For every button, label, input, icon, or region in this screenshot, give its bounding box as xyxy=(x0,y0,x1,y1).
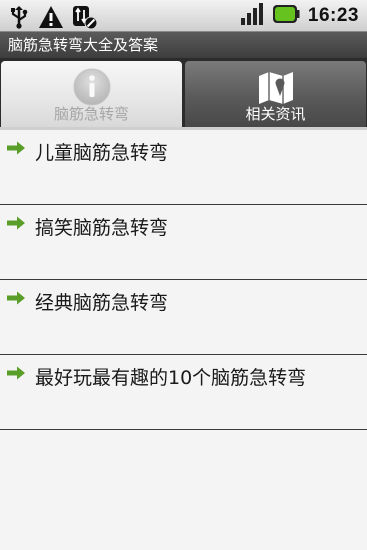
green-arrow-icon xyxy=(6,215,26,234)
status-icons-right: 16:23 xyxy=(240,2,359,30)
sync-disabled-icon xyxy=(72,4,98,34)
list-item-label: 儿童脑筋急转弯 xyxy=(35,142,169,164)
app-title: 脑筋急转弯大全及答案 xyxy=(8,36,159,54)
signal-icon xyxy=(240,2,264,30)
list-item-label: 经典脑筋急转弯 xyxy=(35,292,169,314)
usb-icon xyxy=(8,5,30,33)
battery-icon xyxy=(272,3,300,29)
green-arrow-icon xyxy=(6,140,26,159)
status-time: 16:23 xyxy=(307,5,359,26)
tab-bar: 脑筋急转弯 相关资讯 xyxy=(0,58,367,128)
green-arrow-icon xyxy=(6,365,26,384)
status-bar: 16:23 xyxy=(0,0,367,32)
tab-brain-teasers[interactable]: 脑筋急转弯 xyxy=(1,61,182,128)
tab-related-news[interactable]: 相关资讯 xyxy=(185,61,366,128)
list-item[interactable]: 最好玩最有趣的10个脑筋急转弯 xyxy=(0,355,367,430)
list-item-label: 最好玩最有趣的10个脑筋急转弯 xyxy=(35,367,307,389)
list-item[interactable]: 经典脑筋急转弯 xyxy=(0,280,367,355)
warning-icon xyxy=(38,5,64,33)
list-item[interactable]: 搞笑脑筋急转弯 xyxy=(0,205,367,280)
green-arrow-icon xyxy=(6,290,26,309)
list-item-label: 搞笑脑筋急转弯 xyxy=(35,217,169,239)
tab-label: 脑筋急转弯 xyxy=(53,105,129,123)
list-item[interactable]: 儿童脑筋急转弯 xyxy=(0,130,367,205)
tab-label: 相关资讯 xyxy=(245,105,306,123)
status-icons-left xyxy=(8,4,98,34)
category-list: 儿童脑筋急转弯 搞笑脑筋急转弯 经典脑筋急转弯 最好玩最有趣的10个脑筋急转弯 xyxy=(0,130,367,430)
app-title-bar: 脑筋急转弯大全及答案 xyxy=(0,32,367,58)
